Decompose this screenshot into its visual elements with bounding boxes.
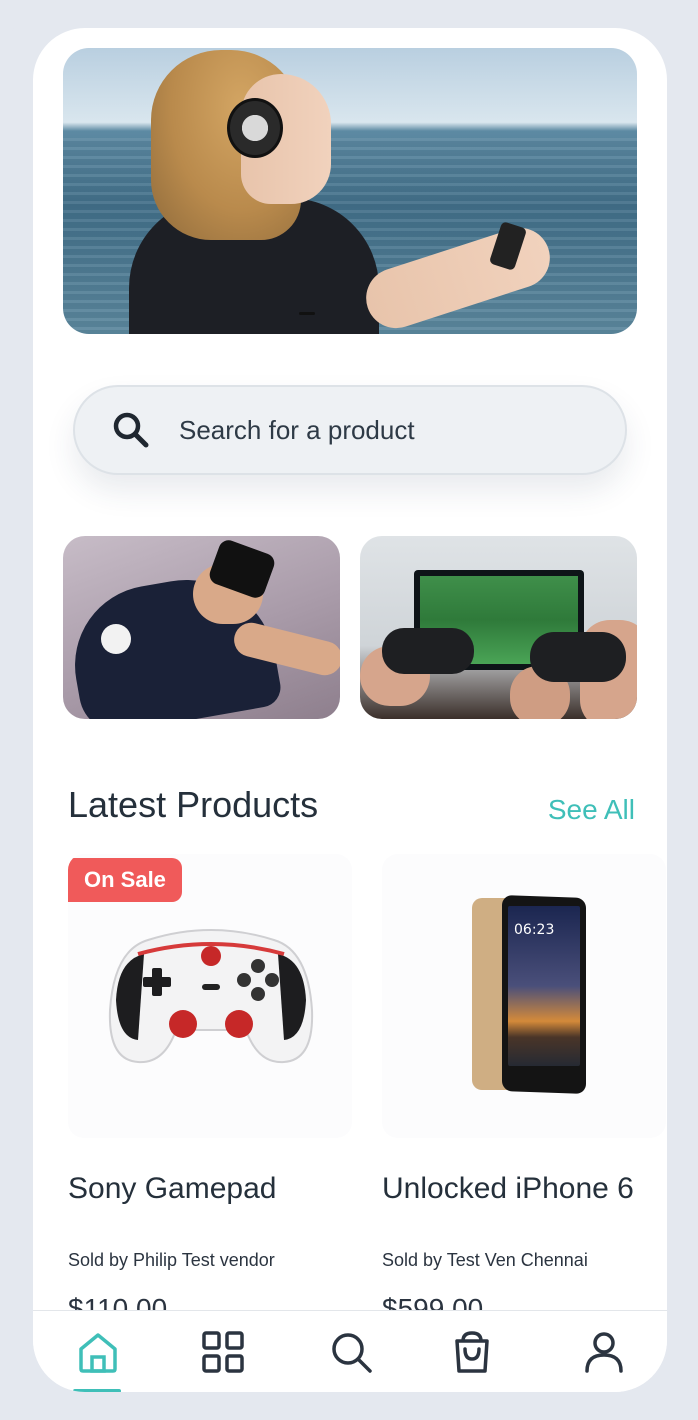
headphone-icon [227,98,283,158]
search-icon [113,412,149,448]
user-icon [585,1332,623,1373]
nav-home[interactable] [75,1329,121,1375]
nav-search[interactable] [328,1329,374,1375]
device-frame: Search for a product Latest Products See… [0,0,698,1420]
product-card[interactable]: On Sale Sony Gamepad Sold by Philip Test… [68,854,356,1325]
search-icon [332,1333,372,1373]
product-name[interactable]: Unlocked iPhone 6 [382,1172,667,1206]
search-placeholder: Search for a product [179,414,415,445]
category-tile-vr[interactable] [63,536,340,719]
gamepad-image [108,929,314,1064]
search-bar[interactable]: Search for a product [73,385,627,475]
phone-clock-text: 06:23 [514,922,554,938]
vr-controller-icon [101,624,131,654]
grid-icon [202,1331,244,1373]
section-title: Latest Products [68,784,319,825]
nav-categories[interactable] [200,1329,246,1375]
product-image[interactable]: 06:23 [382,854,666,1138]
smartphone-image: 06:23 [472,895,586,1094]
product-name[interactable]: Sony Gamepad [68,1172,356,1206]
bag-icon [455,1331,489,1373]
category-tile-gaming[interactable] [360,536,637,719]
nav-profile[interactable] [581,1329,627,1375]
gamepad-right-icon [530,632,626,682]
see-all-link[interactable]: See All [548,794,635,826]
nav-cart[interactable] [449,1329,495,1375]
banner-indicator [299,312,315,315]
hero-banner[interactable] [63,48,637,334]
gamepad-left-icon [382,628,474,674]
product-card[interactable]: 06:23 Unlocked iPhone 6 Sold by Test Ven… [382,854,667,1325]
product-vendor: Sold by Test Ven Chennai [382,1250,588,1270]
bottom-navigation [33,1310,667,1392]
on-sale-badge: On Sale [68,858,182,902]
product-vendor: Sold by Philip Test vendor [68,1250,275,1270]
product-image[interactable]: On Sale [68,854,352,1138]
nav-active-indicator [73,1389,121,1392]
app-screen: Search for a product Latest Products See… [33,28,667,1392]
home-icon [79,1333,117,1373]
